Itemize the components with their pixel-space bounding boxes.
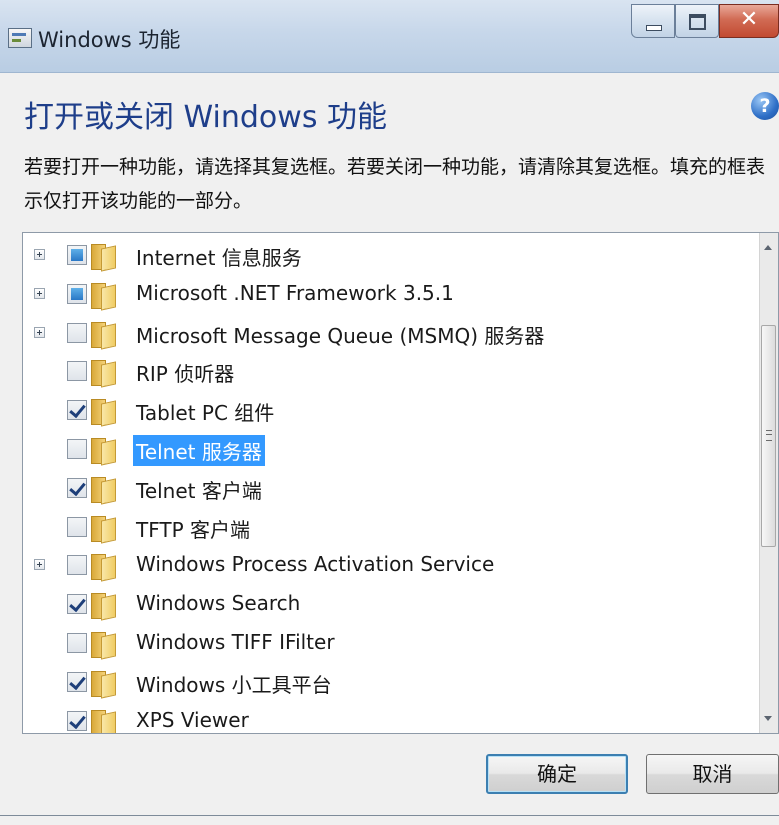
feature-row[interactable]: Telnet 客户端 [23, 470, 758, 508]
feature-checkbox[interactable] [67, 594, 87, 615]
feature-checkbox[interactable] [67, 400, 87, 421]
expand-plus-icon[interactable] [34, 249, 45, 260]
folder-icon [89, 321, 119, 348]
feature-row[interactable]: Windows Search [23, 586, 758, 624]
feature-label[interactable]: Microsoft .NET Framework 3.5.1 [133, 280, 457, 306]
window-title: Windows 功能 [38, 28, 181, 52]
feature-row[interactable]: Windows 小工具平台 [23, 664, 758, 702]
title-bar[interactable]: Windows 功能 ✕ [0, 0, 779, 73]
feature-row[interactable]: Windows TIFF IFilter [23, 625, 758, 663]
feature-label[interactable]: TFTP 客户端 [133, 513, 253, 544]
feature-checkbox[interactable] [67, 516, 87, 537]
feature-checkbox[interactable] [67, 361, 87, 382]
window-icon [8, 28, 32, 48]
feature-label[interactable]: Windows Process Activation Service [133, 551, 497, 577]
feature-checkbox[interactable] [67, 671, 87, 692]
folder-icon [89, 631, 119, 658]
feature-label[interactable]: Tablet PC 组件 [133, 396, 277, 427]
folder-icon [89, 282, 119, 309]
folder-icon [89, 359, 119, 387]
folder-icon [89, 437, 119, 464]
folder-icon [89, 553, 119, 581]
feature-label[interactable]: Telnet 客户端 [133, 474, 265, 505]
folder-icon [89, 670, 119, 697]
ok-button[interactable]: 确定 [486, 754, 628, 794]
folder-icon [89, 398, 119, 426]
feature-label[interactable]: RIP 侦听器 [133, 357, 237, 388]
feature-checkbox[interactable] [67, 633, 87, 653]
feature-row[interactable]: Telnet 服务器 [23, 431, 758, 469]
folder-icon [89, 243, 119, 270]
feature-row[interactable]: RIP 侦听器 [23, 353, 758, 391]
expand-plus-icon[interactable] [34, 287, 45, 299]
feature-checkbox[interactable] [67, 477, 87, 498]
vertical-scrollbar[interactable] [759, 233, 778, 733]
folder-icon [89, 515, 119, 542]
feature-label[interactable]: Internet 信息服务 [133, 241, 305, 272]
feature-label[interactable]: Telnet 服务器 [133, 435, 265, 466]
feature-checkbox[interactable] [67, 439, 87, 459]
feature-row[interactable]: Microsoft Message Queue (MSMQ) 服务器 [23, 315, 758, 353]
help-icon[interactable]: ? [751, 92, 779, 120]
feature-row[interactable]: Internet 信息服务 [23, 237, 758, 275]
caption-buttons: ✕ [631, 4, 779, 40]
feature-checkbox[interactable] [67, 245, 87, 265]
scroll-thumb[interactable] [761, 325, 776, 547]
feature-row[interactable]: Microsoft .NET Framework 3.5.1 [23, 276, 758, 314]
feature-row[interactable]: Windows Process Activation Service [23, 547, 758, 585]
close-button[interactable]: ✕ [719, 4, 779, 38]
feature-row[interactable]: Tablet PC 组件 [23, 392, 758, 430]
page-heading: 打开或关闭 Windows 功能 [24, 100, 387, 135]
feature-label[interactable]: Microsoft Message Queue (MSMQ) 服务器 [133, 319, 547, 350]
instructions-text: 若要打开一种功能，请选择其复选框。若要关闭一种功能，请清除其复选框。填充的框表示… [24, 156, 766, 212]
maximize-button[interactable] [675, 4, 719, 38]
window-bottom-edge [0, 815, 779, 816]
feature-label[interactable]: XPS Viewer [133, 707, 252, 733]
feature-label[interactable]: Windows Search [133, 590, 303, 616]
feature-row[interactable]: TFTP 客户端 [23, 509, 758, 547]
feature-checkbox[interactable] [67, 555, 87, 576]
feature-label[interactable]: Windows 小工具平台 [133, 668, 335, 699]
cancel-button[interactable]: 取消 [646, 754, 779, 794]
scroll-down-arrow-icon[interactable] [764, 716, 772, 721]
feature-label[interactable]: Windows TIFF IFilter [133, 629, 338, 655]
folder-icon [89, 709, 119, 733]
folder-icon [89, 476, 119, 503]
feature-checkbox[interactable] [67, 283, 87, 304]
folder-icon [89, 592, 119, 620]
feature-checkbox[interactable] [67, 710, 87, 731]
expand-plus-icon[interactable] [34, 326, 45, 338]
expand-plus-icon[interactable] [34, 559, 45, 571]
feature-row[interactable]: XPS Viewer [23, 703, 758, 733]
minimize-button[interactable] [631, 4, 675, 38]
scroll-grip-icon [766, 430, 772, 441]
close-icon: ✕ [739, 7, 759, 32]
features-tree[interactable]: Internet 信息服务 Microsoft .NET Framework 3.… [22, 232, 779, 734]
feature-checkbox[interactable] [67, 322, 87, 343]
scroll-up-arrow-icon[interactable] [764, 245, 772, 250]
